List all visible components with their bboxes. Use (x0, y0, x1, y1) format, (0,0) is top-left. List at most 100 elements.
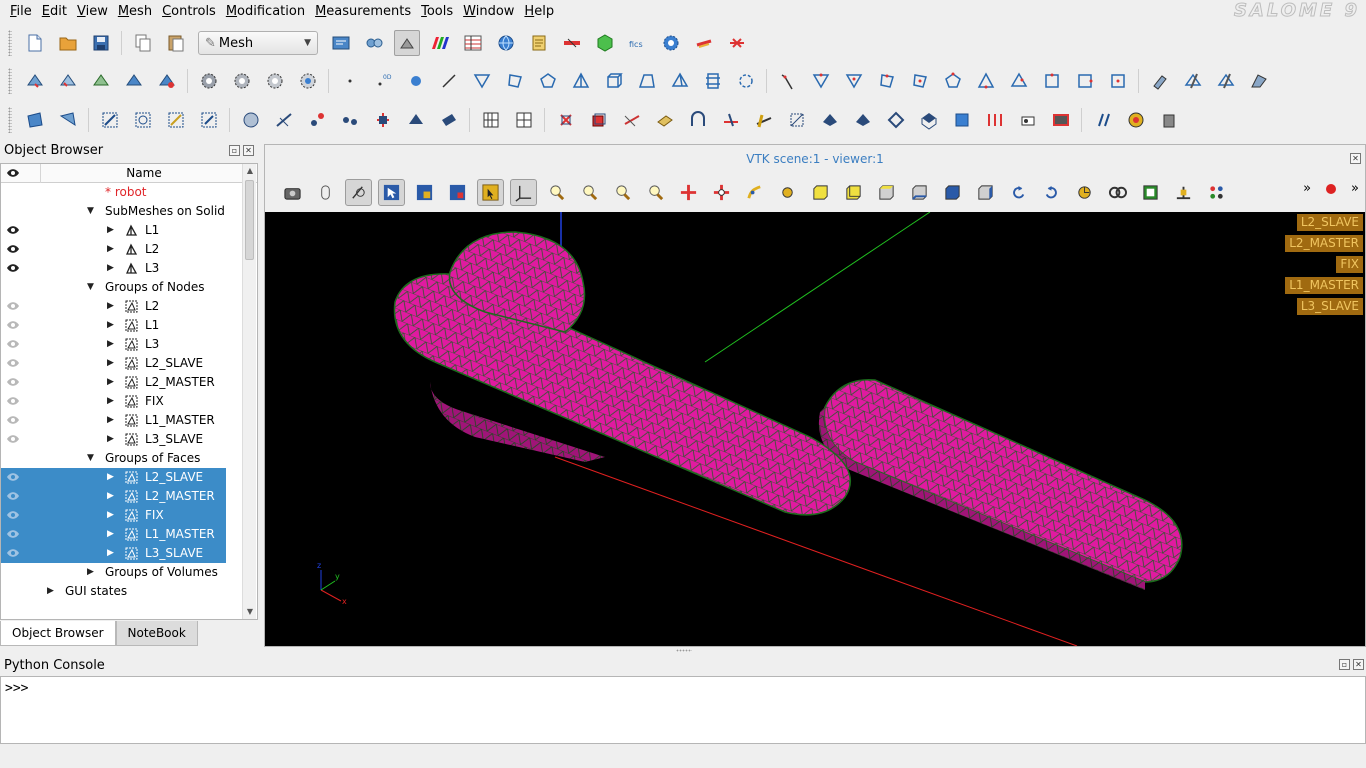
smoothing-button[interactable] (652, 107, 678, 133)
biquadratic-quadrangle-button[interactable] (907, 68, 933, 94)
split-to-tetra-button[interactable] (982, 107, 1008, 133)
shaper-button[interactable] (592, 30, 618, 56)
menu-help[interactable]: Help (519, 0, 559, 24)
0d-element-button[interactable]: 0D (370, 68, 396, 94)
import-mesh-button[interactable] (121, 68, 147, 94)
eye-icon[interactable] (6, 320, 20, 330)
eye-icon[interactable] (6, 415, 20, 425)
hexahedron-button[interactable] (601, 68, 627, 94)
eye-icon[interactable] (6, 491, 20, 501)
circle-selection-button[interactable] (477, 178, 504, 206)
tab-notebook[interactable]: NoteBook (115, 621, 198, 646)
tree-row[interactable]: ▶ Groups of Volumes (1, 563, 241, 582)
tree-row[interactable]: ▶ L2_MASTER (1, 487, 226, 506)
chevron-right-icon[interactable]: ▶ (107, 510, 117, 520)
mesh-measure-button[interactable] (1090, 107, 1116, 133)
zoom-button[interactable] (642, 179, 669, 206)
tree-row[interactable]: ▶ L3 (1, 335, 241, 354)
tree-row[interactable]: ▶ FIX (1, 506, 226, 525)
close-icon[interactable]: ✕ (243, 145, 254, 156)
fit-area-button[interactable] (576, 179, 603, 206)
chevron-right-icon[interactable]: ▶ (107, 339, 117, 349)
eye-icon[interactable] (6, 529, 20, 539)
renumber-button[interactable] (55, 107, 81, 133)
toolbar-extension-button[interactable]: » (1303, 181, 1311, 196)
cut-button[interactable] (691, 30, 717, 56)
quadratic-hexahedron-button[interactable] (1072, 68, 1098, 94)
tree-row[interactable]: ▶ L3_SLAVE (1, 544, 226, 563)
hexagonal-prism-button[interactable] (700, 68, 726, 94)
eye-icon[interactable] (6, 510, 20, 520)
eye-icon[interactable] (6, 548, 20, 558)
tree-row[interactable]: ▶ GUI states (1, 582, 241, 601)
offset-button[interactable] (1015, 107, 1041, 133)
menu-tools[interactable]: Tools (416, 0, 458, 24)
menu-view[interactable]: View (72, 0, 113, 24)
create-mesh-button[interactable] (22, 68, 48, 94)
eye-icon[interactable] (6, 396, 20, 406)
reset-view-button[interactable] (1071, 179, 1098, 206)
tree-row[interactable]: ▶ FIX (1, 392, 241, 411)
toolbar-grip[interactable] (8, 107, 12, 133)
chevron-right-icon[interactable]: ▶ (107, 377, 117, 387)
menu-modification[interactable]: Modification (221, 0, 310, 24)
tree-row[interactable]: ▶ L3 (1, 259, 241, 278)
scroll-up-icon[interactable]: ▲ (245, 166, 255, 176)
eye-icon[interactable] (6, 263, 20, 273)
menu-mesh[interactable]: Mesh (113, 0, 157, 24)
chevron-right-icon[interactable]: ▶ (107, 358, 117, 368)
move-node-button[interactable] (337, 107, 363, 133)
add-elements-button[interactable] (22, 107, 48, 133)
tree-row[interactable]: ▶ L2 (1, 240, 241, 259)
make-2d-from-3d-button[interactable] (916, 107, 942, 133)
graduated-axes-button[interactable] (1203, 179, 1230, 206)
chevron-right-icon[interactable]: ▶ (107, 263, 117, 273)
quadratic-quadrangle-button[interactable] (874, 68, 900, 94)
chevron-right-icon[interactable]: ▶ (107, 434, 117, 444)
toolbar-grip[interactable] (8, 30, 12, 56)
float-icon[interactable]: ▫ (229, 145, 240, 156)
edge-button[interactable] (436, 68, 462, 94)
compute-mesh-button[interactable] (154, 68, 180, 94)
menu-measurements[interactable]: Measurements (310, 0, 416, 24)
float-icon[interactable]: ▫ (1339, 659, 1350, 670)
chevron-right-icon[interactable]: ▶ (107, 415, 117, 425)
chevron-down-icon[interactable]: ▼ (87, 282, 97, 292)
mesh-module-button[interactable] (393, 30, 420, 56)
tab-object-browser[interactable]: Object Browser (0, 621, 116, 646)
chevron-right-icon[interactable]: ▶ (107, 244, 117, 254)
merge-nodes-button[interactable] (238, 107, 264, 133)
dynamic-pre-highlight-button[interactable] (345, 178, 372, 206)
add-0d-on-elements-button[interactable] (784, 107, 810, 133)
left-view-button[interactable] (939, 179, 966, 206)
eye-icon[interactable] (6, 434, 20, 444)
display-entity-button[interactable] (1156, 107, 1182, 133)
color-scale-button[interactable] (427, 30, 453, 56)
diagonal-inversion-button[interactable] (370, 107, 396, 133)
change-rotation-point-button[interactable] (741, 179, 768, 206)
merge-elements-button[interactable] (271, 107, 297, 133)
biquadratic-triangle-button[interactable] (841, 68, 867, 94)
scroll-down-icon[interactable]: ▼ (245, 607, 255, 617)
symmetry-button[interactable] (163, 107, 189, 133)
tetrahedron-button[interactable] (568, 68, 594, 94)
fit-selection-button[interactable] (609, 179, 636, 206)
polygon-button[interactable] (535, 68, 561, 94)
menu-controls[interactable]: Controls (157, 0, 221, 24)
menu-file[interactable]: File (0, 0, 37, 24)
clockwise-button[interactable] (1038, 179, 1065, 206)
chevron-right-icon[interactable]: ▶ (107, 225, 117, 235)
clipping-button[interactable] (1137, 179, 1164, 206)
double-nodes-button[interactable] (817, 107, 843, 133)
chevron-right-icon[interactable]: ▶ (107, 548, 117, 558)
projection-mode-button[interactable] (1104, 179, 1131, 206)
tree-scrollbar[interactable]: ▲ ▼ (242, 164, 256, 619)
hypothesis-4-button[interactable] (295, 68, 321, 94)
remove-elements-button[interactable] (1180, 68, 1206, 94)
back-view-button[interactable] (840, 179, 867, 206)
eye-icon[interactable] (6, 339, 20, 349)
chevron-right-icon[interactable]: ▶ (107, 320, 117, 330)
open-file-button[interactable] (55, 30, 81, 56)
selection-button[interactable] (378, 178, 405, 206)
make-boundary-button[interactable] (883, 107, 909, 133)
